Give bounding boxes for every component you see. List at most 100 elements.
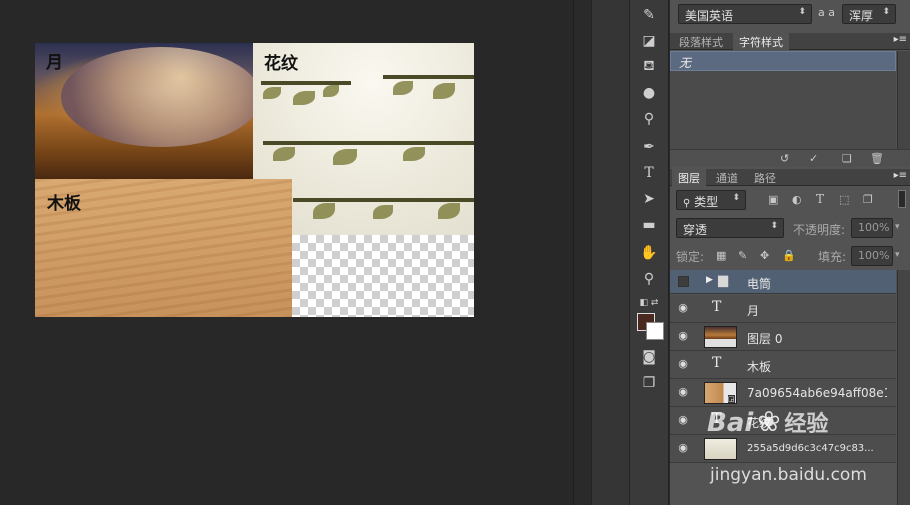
eye-icon[interactable]: ◉ — [674, 385, 692, 401]
layer-row-group[interactable]: ▶ ▆ 电筒 — [670, 270, 896, 294]
expand-arrow-icon[interactable]: ▶ — [706, 275, 713, 285]
lock-label: 锁定: — [676, 250, 705, 264]
type-tool-icon[interactable]: T — [636, 162, 662, 184]
lock-position-icon[interactable]: ✥ — [760, 249, 769, 262]
paint-bucket-icon[interactable]: ⛾ — [636, 56, 662, 78]
planet-shape — [61, 47, 261, 147]
dropdown-arrow-icon[interactable]: ▾ — [895, 222, 900, 232]
panel-menu-icon[interactable]: ▸≡ — [894, 170, 907, 181]
lock-pixels-icon[interactable]: ✎ — [738, 249, 747, 262]
filter-pixel-icon[interactable]: ▣ — [768, 193, 778, 206]
tab-paths[interactable]: 路径 — [748, 169, 782, 186]
eye-icon[interactable]: ◉ — [674, 357, 692, 373]
rectangle-tool-icon[interactable]: ▬ — [636, 214, 662, 236]
opacity-field[interactable]: 100% — [851, 218, 893, 238]
new-style-icon[interactable]: ❏ — [842, 152, 852, 165]
styles-scrollbar[interactable] — [897, 51, 910, 149]
fill-field[interactable]: 100% — [851, 246, 893, 266]
text-layer-flower[interactable]: 花纹 — [264, 49, 298, 74]
path-selection-icon[interactable]: ➤ — [636, 188, 662, 210]
canvas-workspace[interactable]: 月 花纹 木板 — [0, 0, 573, 505]
antialias-value: 浑厚 — [849, 9, 874, 23]
leaf — [393, 81, 413, 95]
layer-row-text-moon[interactable]: ◉ T 月 — [670, 295, 896, 323]
background-color-swatch[interactable] — [646, 322, 664, 340]
layer-name: 255a5d9d6c3c47c9c83... — [747, 443, 874, 454]
eye-icon[interactable]: ◉ — [674, 329, 692, 345]
blend-mode-value: 穿透 — [683, 223, 708, 237]
text-layer-wood[interactable]: 木板 — [47, 189, 81, 214]
tab-layers[interactable]: 图层 — [672, 169, 706, 186]
layer-row-text-wood[interactable]: ◉ T 木板 — [670, 351, 896, 379]
layer-name: 电筒 — [747, 277, 772, 291]
layer-row-smart-object-2[interactable]: ◉ 255a5d9d6c3c47c9c83... — [670, 435, 896, 463]
folder-icon: ▆ — [718, 273, 728, 288]
blend-mode-select[interactable]: 穿透 ⬍ — [676, 218, 784, 238]
updown-arrow-icon: ⬍ — [770, 221, 778, 231]
zoom-tool-icon[interactable]: ⚲ — [636, 268, 662, 290]
visibility-toggle-off[interactable] — [678, 276, 689, 287]
screen-mode-icon[interactable]: ❐ — [636, 372, 662, 394]
updown-arrow-icon: ⬍ — [882, 7, 890, 17]
filter-smart-icon[interactable]: ❐ — [863, 193, 873, 206]
layer-row-image[interactable]: ◉ 图层 0 — [670, 323, 896, 351]
document-canvas[interactable]: 月 花纹 木板 — [35, 43, 474, 317]
dropdown-arrow-icon[interactable]: ▾ — [895, 250, 900, 260]
filter-toggle[interactable] — [898, 190, 906, 208]
layer-filter-select[interactable]: ⚲ 类型 ⬍ — [676, 190, 746, 210]
leaf — [273, 147, 295, 161]
text-layer-moon[interactable]: 月 — [46, 48, 63, 73]
layer-name: 木板 — [747, 360, 772, 374]
text-layer-icon: T — [712, 299, 722, 315]
tools-panel: ✎ ◪ ⛾ ● ⚲ ✒ T ➤ ▬ ✋ ⚲ ◧ ⇄ ◙ ❐ — [629, 0, 669, 505]
styles-tabbar: 段落样式 字符样式 ▸≡ — [670, 33, 910, 50]
filter-shape-icon[interactable]: ⬚ — [839, 193, 849, 206]
style-list-item-none[interactable]: 无 — [670, 51, 896, 71]
tab-channels[interactable]: 通道 — [710, 169, 744, 186]
search-icon: ⚲ — [683, 198, 691, 209]
leaf — [373, 205, 393, 219]
layers-scrollbar[interactable] — [897, 270, 910, 505]
lock-transparency-icon[interactable]: ▦ — [716, 249, 726, 262]
text-layer-icon: T — [712, 355, 722, 371]
watermark-brand-2: 经验 — [784, 412, 829, 437]
filter-type-icon[interactable]: T — [816, 192, 824, 206]
eye-icon[interactable]: ◉ — [674, 441, 692, 457]
antialias-select[interactable]: 浑厚 ⬍ — [842, 4, 896, 24]
updown-arrow-icon: ⬍ — [798, 7, 806, 17]
lock-all-icon[interactable]: 🔒 — [782, 249, 796, 262]
opacity-label: 不透明度: — [793, 223, 846, 237]
eye-icon[interactable]: ◉ — [674, 301, 692, 317]
redefine-style-icon[interactable]: ✓ — [809, 152, 818, 165]
tab-character-styles[interactable]: 字符样式 — [733, 33, 789, 50]
style-list[interactable] — [670, 71, 896, 149]
dodge-icon[interactable]: ⚲ — [636, 108, 662, 130]
history-brush-icon[interactable]: ✎ — [636, 4, 662, 26]
layer-row-smart-object-1[interactable]: ◉ ◲ 7a09654ab6e94aff08e18... — [670, 379, 896, 407]
watermark-url: jingyan.baidu.com — [710, 465, 867, 485]
dock-separator[interactable] — [573, 0, 591, 505]
language-select[interactable]: 美国英语 ⬍ — [678, 4, 812, 24]
leaf — [438, 203, 460, 219]
tab-paragraph-styles[interactable]: 段落样式 — [673, 33, 729, 50]
leaf — [333, 149, 357, 165]
filter-adjustment-icon[interactable]: ◐ — [792, 193, 802, 206]
layer-name: 图层 0 — [747, 332, 783, 346]
eye-icon[interactable]: ◉ — [674, 413, 692, 429]
leaf — [293, 91, 315, 105]
layer-name: 月 — [747, 304, 760, 318]
leaf — [323, 85, 339, 97]
blur-icon[interactable]: ● — [636, 82, 662, 104]
moon-image — [35, 43, 261, 179]
default-colors-icon[interactable]: ◧ ⇄ — [636, 292, 662, 314]
pen-tool-icon[interactable]: ✒ — [636, 136, 662, 158]
delete-style-icon[interactable]: 🗑 — [870, 152, 884, 165]
collapsed-panel-dock[interactable] — [591, 0, 629, 505]
quick-mask-icon[interactable]: ◙ — [636, 346, 662, 368]
clear-override-icon[interactable]: ↺ — [780, 152, 789, 165]
style-name: 无 — [679, 56, 692, 70]
eraser-icon[interactable]: ◪ — [636, 30, 662, 52]
hand-tool-icon[interactable]: ✋ — [636, 242, 662, 264]
panel-menu-icon[interactable]: ▸≡ — [894, 34, 907, 45]
layer-name: 7a09654ab6e94aff08e18... — [747, 386, 887, 400]
